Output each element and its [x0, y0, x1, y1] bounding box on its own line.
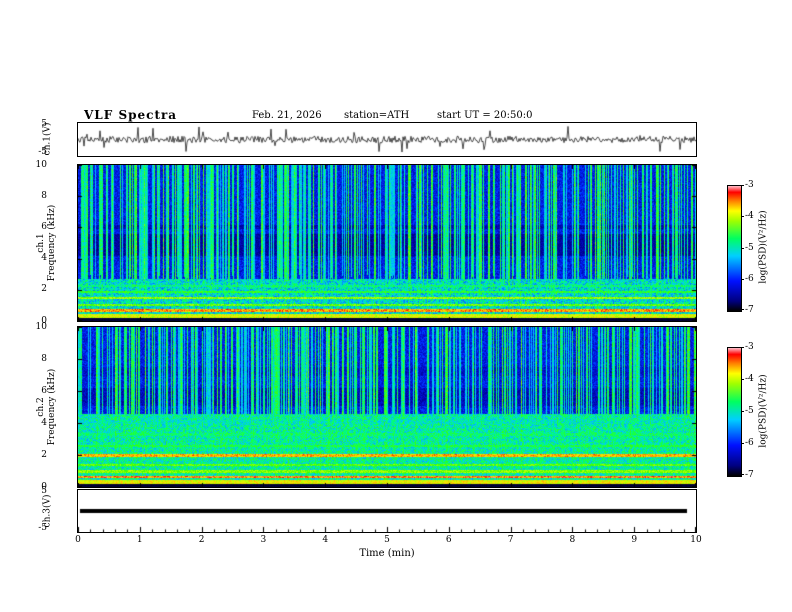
y-tick-label: -5: [38, 523, 47, 533]
colorbar-ch1-label: log(PSD)(V²/Hz): [758, 210, 769, 284]
x-tick-label: 5: [384, 535, 390, 545]
colorbar-tick-label: -7: [745, 305, 754, 315]
colorbar-tick-mark: [741, 411, 744, 412]
x-tick-label: 7: [507, 535, 514, 545]
vlf-spectra-figure: VLF Spectra Feb. 21, 2026 station=ATH st…: [0, 0, 792, 612]
ch1-spectrogram-canvas: [77, 164, 697, 322]
ch1-waveform-canvas: [77, 122, 697, 157]
colorbar-tick-label: -3: [745, 180, 754, 190]
y-tick-label: 4: [41, 253, 47, 264]
x-tick-label: 3: [260, 535, 267, 545]
colorbar-tick-mark: [741, 379, 744, 380]
y-tick-label: -5: [38, 147, 47, 157]
y-tick-label: 4: [41, 417, 47, 428]
colorbar-ch2-label: log(PSD)(V²/Hz): [758, 374, 769, 448]
colorbar-tick-label: -5: [745, 242, 754, 253]
ch2-spectrogram-canvas: [77, 326, 697, 488]
y-tick-label: 6: [41, 221, 47, 232]
y-tick-label: 8: [41, 190, 47, 201]
x-axis-label: Time (min): [359, 548, 415, 559]
colorbar-tick-mark: [741, 309, 744, 310]
y-tick-label: 5: [41, 486, 47, 496]
plot-title: VLF Spectra: [84, 108, 178, 122]
x-tick-label: 6: [445, 535, 452, 545]
colorbar-tick-mark: [741, 443, 744, 444]
ch1-axis-label-line1: ch.1: [35, 233, 46, 253]
x-tick-label: 2: [198, 535, 205, 545]
ch2-axis-label-line1: ch.2: [35, 397, 46, 417]
colorbar-tick-label: -7: [745, 470, 754, 480]
colorbar-ch2: [727, 347, 742, 477]
plot-start-ut: start UT = 20:50:0: [437, 110, 533, 121]
y-tick-label: 6: [41, 385, 47, 396]
ch3-waveform-canvas: [77, 489, 697, 533]
ch2-frequency-axis-label: ch.2 Frequency (kHz): [36, 369, 59, 446]
colorbar-tick-mark: [741, 474, 744, 475]
colorbar-tick-label: -4: [745, 374, 754, 384]
ch1-frequency-axis-label: ch.1 Frequency (kHz): [36, 205, 59, 282]
colorbar-ch1: [727, 185, 742, 312]
x-tick-label: 9: [631, 535, 638, 545]
colorbar-tick-label: -3: [745, 342, 754, 352]
y-tick-label: 2: [41, 449, 47, 460]
plot-date: Feb. 21, 2026: [252, 110, 322, 121]
y-tick-label: 10: [35, 321, 47, 332]
x-tick-label: 10: [690, 535, 702, 545]
colorbar-tick-mark: [741, 247, 744, 249]
y-tick-label: 10: [35, 159, 47, 170]
y-tick-label: 8: [41, 353, 47, 364]
colorbar-tick-mark: [741, 347, 744, 348]
colorbar-tick-mark: [741, 278, 744, 280]
colorbar-tick-label: -6: [745, 438, 754, 448]
colorbar-tick-label: -6: [745, 273, 754, 284]
x-tick-label: 1: [136, 535, 143, 545]
colorbar-tick-mark: [741, 185, 744, 186]
x-tick-label: 8: [569, 535, 576, 545]
x-tick-label: 4: [322, 535, 329, 545]
colorbar-tick-label: -4: [745, 211, 754, 222]
colorbar-tick-label: -5: [745, 406, 754, 416]
ch1-axis-label-line2: Frequency (kHz): [47, 204, 57, 282]
y-tick-label: 5: [41, 119, 47, 129]
colorbar-tick-mark: [741, 216, 744, 218]
y-tick-label: 2: [41, 284, 47, 295]
ch2-axis-label-line2: Frequency (kHz): [47, 368, 57, 446]
x-tick-label: 0: [75, 535, 81, 545]
plot-station: station=ATH: [344, 110, 410, 121]
